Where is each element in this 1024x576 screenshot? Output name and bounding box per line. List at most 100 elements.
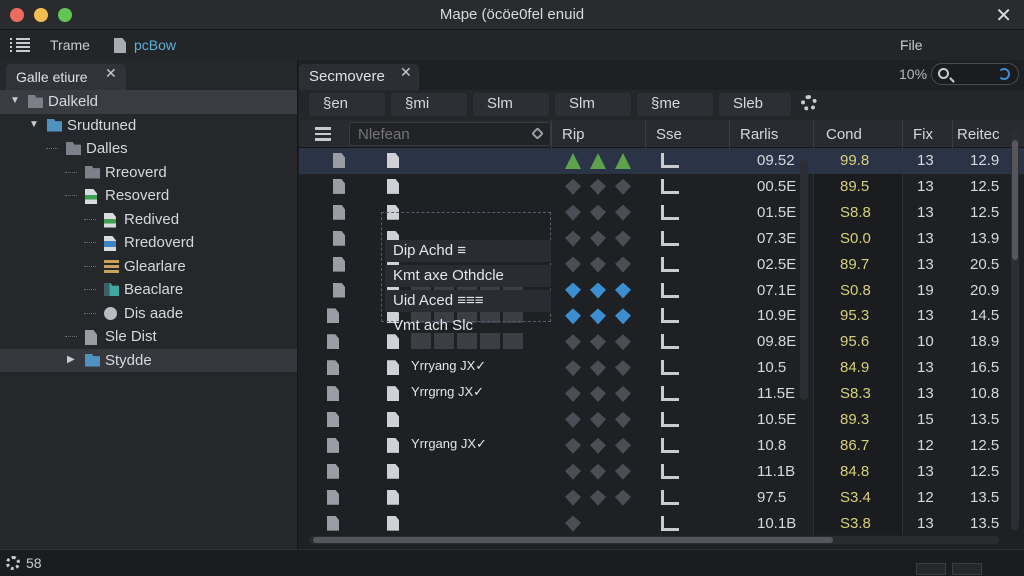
table-row[interactable]: Yrrgrng JX✓ 11.5E S8.3 13 10.8 [299,381,1024,407]
diamond-icon [565,153,581,169]
chevron-down-icon[interactable]: ▼ [10,95,20,106]
document-icon [327,334,339,350]
folder-icon [85,353,100,367]
search-field[interactable] [931,63,1019,85]
popup-item[interactable]: Vmt ach Slc [385,315,551,337]
table-row[interactable]: Yrrgang JX✓ 10.8 86.7 12 12.5 [299,433,1024,459]
tree-item[interactable]: Beaclare [0,278,297,302]
tree-item[interactable]: Rreoverd [0,161,297,185]
folder-icon [47,118,62,132]
toolbar-link[interactable]: pcBow [134,37,176,53]
tree-connector [84,242,96,243]
status-glyphs [565,256,640,276]
size-value: 11.5E [757,385,796,403]
status-button[interactable] [952,563,982,575]
tree-connector [65,336,77,337]
diamond-icon [590,230,606,247]
title-bar: Mape (öcöe0fel enuid ✕ [0,0,1024,30]
scroll-thumb[interactable] [313,537,833,543]
diamond-icon [590,489,606,506]
gear-icon[interactable] [801,95,817,111]
tree-item[interactable]: Dalles [0,137,297,161]
fix-value: 19 [917,281,934,299]
column-header-rate[interactable]: Reitec [952,120,1014,148]
file-menu[interactable]: File [900,37,923,53]
column-menu-icon[interactable] [315,127,331,141]
diamond-icon [590,437,606,454]
table-row[interactable]: 00.5E 89.5 13 12.5 [299,174,1024,200]
column-header-see[interactable]: Sse [645,120,729,148]
filter-chip[interactable]: §en [309,93,385,116]
filter-chip[interactable]: Sleb [719,93,791,116]
rate-value: 10.8 [970,385,1000,403]
status-glyphs [565,412,640,431]
tree-item[interactable]: Sle Dist [0,325,297,349]
popup-item[interactable]: Dip Achd ≡ [385,240,551,262]
chevron-right-icon[interactable]: ▶ [67,354,75,365]
cond-value: 89.7 [840,255,870,273]
size-value: 07.3E [757,229,797,247]
rate-value: 12.9 [970,152,1000,169]
size-value: 00.5E [757,177,797,195]
popup-item[interactable]: Uid Aced ≡≡≡ [385,290,551,312]
diamond-icon [565,204,581,221]
document-icon [387,178,399,194]
filter-chip[interactable]: Slm [555,93,631,116]
document-icon [333,204,345,220]
tree-item-label: Dalkeld [48,93,99,110]
menu-list-icon[interactable] [10,36,30,54]
gear-icon[interactable] [6,556,20,570]
filter-chip[interactable]: §mi [391,93,467,116]
document-icon [387,386,399,402]
table-row[interactable]: Yrryang JX✓ 10.5 84.9 13 16.5 [299,355,1024,381]
fix-value: 13 [917,177,934,195]
toolbar-frame-button[interactable]: Trame [50,37,90,53]
tab-label: Galle etiure [16,69,88,85]
table-row[interactable]: 10.1B S3.8 13 13.5 [299,511,1024,535]
vertical-scrollbar[interactable] [1011,130,1019,530]
chevron-down-icon[interactable]: ▼ [29,119,39,130]
name-filter-input[interactable] [349,122,551,146]
tree-item[interactable]: Glearlare [0,255,297,279]
table-row[interactable]: 10.5E 89.3 15 13.5 [299,407,1024,433]
filter-chip[interactable]: §me [637,93,713,116]
document-icon [327,386,339,402]
size-value: 10.1B [757,514,797,532]
diamond-icon [565,489,581,506]
close-icon[interactable]: ✕ [105,65,117,82]
diamond-icon [590,308,606,325]
explorer-panel: Galle etiure ✕ ▼ Dalkeld ▼ Srudtuned Dalles R… [0,60,298,549]
document-icon [114,38,126,53]
vertical-scrollbar[interactable] [800,160,808,400]
table-row[interactable]: 11.1B 84.8 13 12.5 [299,459,1024,485]
filter-chip[interactable]: Slm [473,93,549,116]
column-header-fix[interactable]: Fix [902,120,952,148]
size-value: 07.1E [757,281,797,299]
tree-item[interactable]: Resoverd [0,184,297,208]
search-input[interactable] [956,66,996,82]
column-header-cond[interactable]: Cond [813,120,902,148]
close-icon[interactable]: ✕ [995,3,1012,28]
tree-item[interactable]: ▼ Dalkeld [0,90,297,114]
tree-item[interactable]: ▶ Stydde [0,348,297,372]
tree-item[interactable]: Dis aade [0,302,297,326]
cond-value: S8.8 [840,203,871,221]
table-row[interactable]: 97.5 S3.4 12 13.5 [299,485,1024,511]
toolbar: Trame pcBow File [0,30,1024,60]
column-header-rip[interactable]: Rip [551,120,645,148]
document-icon [85,189,97,204]
popup-item[interactable]: Kmt axe Othdcle [385,265,551,287]
column-header-rarts[interactable]: Rarlis [729,120,813,148]
tree-item[interactable]: Redived [0,208,297,232]
cond-value: 95.6 [840,333,870,351]
document-icon [387,489,399,505]
document-icon [387,515,399,531]
tree-item[interactable]: ▼ Srudtuned [0,114,297,138]
horizontal-scrollbar[interactable] [309,536,999,544]
close-icon[interactable]: ✕ [400,64,412,81]
table-row[interactable]: 09.52 99.8 13 12.9 [299,148,1024,174]
scroll-thumb[interactable] [1012,140,1018,260]
status-button[interactable] [916,563,946,575]
refresh-icon[interactable] [998,68,1010,80]
tree-item[interactable]: Rredoverd [0,231,297,255]
